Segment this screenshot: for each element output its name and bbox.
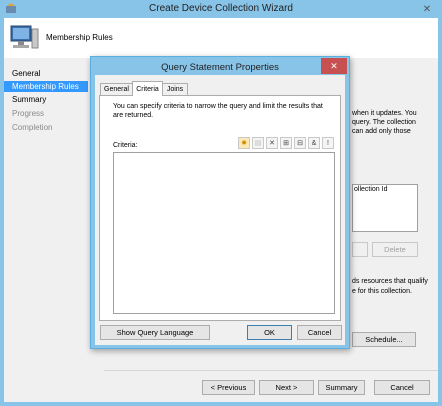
delete-rule-button[interactable]: Delete (372, 242, 418, 257)
nav-item-general[interactable]: General (12, 69, 40, 78)
wizard-cancel-button[interactable]: Cancel (374, 380, 430, 395)
tab-general[interactable]: General (100, 83, 133, 95)
next-button[interactable]: Next > (259, 380, 314, 395)
wizard-header-text: Membership Rules (46, 33, 113, 42)
rules-table-header: ollection Id (354, 186, 388, 193)
tab-joins[interactable]: Joins (162, 83, 188, 95)
nav-item-summary[interactable]: Summary (12, 95, 46, 104)
wizard-nav: General Membership Rules Summary Progres… (4, 58, 104, 402)
criteria-label: Criteria: (113, 142, 138, 149)
schedule-button[interactable]: Schedule... (352, 332, 416, 347)
wizard-header: Membership Rules (4, 18, 438, 58)
wizard-footer-divider (104, 370, 438, 371)
delete-icon[interactable]: ✕ (266, 137, 278, 149)
bg-text-1: when it updates. You (352, 110, 417, 117)
wizard-title: Create Device Collection Wizard (149, 3, 293, 14)
dialog-body: General Criteria Joins You can specify c… (95, 75, 345, 345)
query-dialog: Query Statement Properties ✕ General Cri… (90, 56, 350, 349)
bg-text-4: ds resources that qualify (352, 278, 428, 285)
criteria-tab-page: You can specify criteria to narrow the q… (99, 95, 341, 321)
and-or-icon[interactable]: & (308, 137, 320, 149)
criteria-description: You can specify criteria to narrow the q… (113, 103, 323, 119)
ungroup-icon[interactable]: ⊟ (294, 137, 306, 149)
nav-item-membership-rules-label: Membership Rules (12, 82, 79, 91)
dialog-cancel-button[interactable]: Cancel (297, 325, 342, 340)
new-criterion-icon[interactable]: ✸ (238, 137, 250, 149)
bg-button-disabled[interactable] (352, 242, 368, 257)
dialog-title: Query Statement Properties (161, 62, 279, 73)
computer-icon (8, 23, 40, 53)
tab-criteria[interactable]: Criteria (132, 81, 163, 96)
bg-text-5: e for this collection. (352, 288, 412, 295)
summary-button[interactable]: Summary (318, 380, 365, 395)
nav-item-progress[interactable]: Progress (12, 109, 44, 118)
show-query-language-button[interactable]: Show Query Language (100, 325, 210, 340)
dialog-close-button[interactable]: ✕ (321, 58, 347, 74)
group-icon[interactable]: ⊞ (280, 137, 292, 149)
bg-text-3: can add only those (352, 128, 411, 135)
wizard-titlebar: Create Device Collection Wizard ✕ (0, 0, 442, 18)
previous-button[interactable]: < Previous (202, 380, 255, 395)
dialog-ok-button[interactable]: OK (247, 325, 292, 340)
properties-icon[interactable]: ▤ (252, 137, 264, 149)
close-button[interactable]: ✕ (414, 0, 440, 18)
bg-text-2: query. The collection (352, 119, 416, 126)
not-icon[interactable]: ! (322, 137, 334, 149)
criteria-list[interactable] (113, 152, 335, 314)
nav-item-completion[interactable]: Completion (12, 123, 52, 132)
